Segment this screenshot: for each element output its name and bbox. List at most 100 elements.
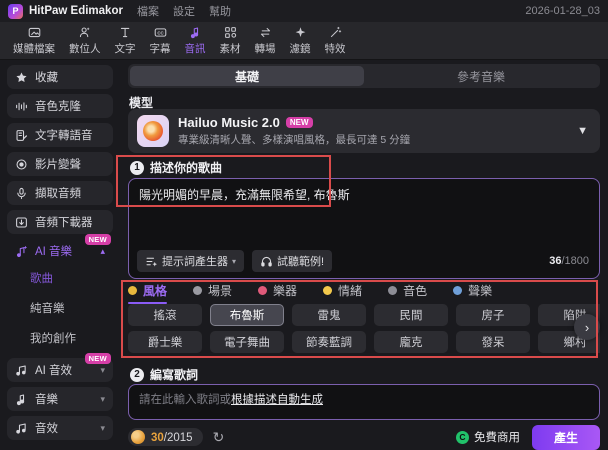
sample-listen-button[interactable]: 試聽範例!: [252, 250, 333, 272]
subtitle-icon: CC: [154, 25, 167, 40]
sidebar-item-ai-music[interactable]: AI 音樂 NEW ▴: [7, 234, 113, 263]
lyrics-section-header: 2 編寫歌詞: [130, 366, 198, 383]
footer-bar: 30/2015 ↻ C 免費商用 產生: [128, 424, 600, 450]
tag-punk[interactable]: 龐克: [374, 331, 448, 353]
music-note-icon: [15, 393, 35, 406]
copyright-free-icon: C: [455, 430, 469, 444]
lyrics-input[interactable]: 請在此輸入歌詞或根據描述自動生成: [128, 384, 600, 420]
tab-reference-music[interactable]: 參考音樂: [364, 66, 598, 86]
sidebar-item-favorites[interactable]: 收藏: [7, 65, 113, 89]
menu-file[interactable]: 檔案: [137, 3, 159, 19]
media-icon: [28, 25, 41, 40]
star-icon: [15, 71, 35, 84]
generate-button[interactable]: 產生: [531, 424, 600, 450]
sidebar-item-ai-sfx[interactable]: AI 音效 NEW ▾: [7, 353, 113, 382]
step-1-badge: 1: [130, 160, 144, 175]
tool-digital-human[interactable]: 數位人: [62, 23, 108, 59]
assets-icon: [224, 25, 237, 40]
tool-audio[interactable]: 音訊: [178, 23, 213, 59]
ai-sfx-icon: [15, 364, 35, 377]
mood-icon: [323, 286, 333, 295]
headset-icon: [260, 255, 277, 268]
tab-basic[interactable]: 基礎: [130, 66, 364, 86]
video-voice-icon: [15, 158, 35, 171]
text-icon: [119, 25, 132, 40]
tool-effects[interactable]: 特效: [318, 23, 353, 59]
credits-counter: 30/2015: [151, 432, 193, 444]
tag-rnb[interactable]: 節奏藍調: [292, 331, 366, 353]
char-counter: 36/1800: [549, 255, 589, 267]
describe-section-header: 1 描述你的歌曲: [130, 159, 222, 176]
tag-reggae[interactable]: 雷鬼: [292, 304, 366, 326]
describe-title: 描述你的歌曲: [150, 161, 223, 175]
sidebar-item-text-to-speech[interactable]: 文字轉語音: [7, 123, 113, 147]
menu-settings[interactable]: 設定: [173, 3, 195, 19]
chevron-down-icon: ▾: [100, 364, 105, 375]
tool-transition[interactable]: 轉場: [248, 23, 283, 59]
menu-help[interactable]: 幫助: [209, 3, 231, 19]
sidebar-item-sfx[interactable]: 音效 ▾: [7, 416, 113, 440]
tag-rock[interactable]: 搖滾: [128, 304, 202, 326]
sidebar-item-video-voice[interactable]: 影片變聲: [7, 152, 113, 176]
transition-icon: [259, 25, 272, 40]
category-timbre[interactable]: 音色: [388, 282, 427, 302]
song-description-text: 陽光明媚的早晨，充滿無限希望, 布魯斯: [139, 188, 350, 202]
model-description: 專業級清晰人聲、多樣演唱風格，最長可達 5 分鐘: [178, 134, 411, 146]
sidebar-item-audio-downloader[interactable]: 音頻下載器: [7, 210, 113, 234]
category-instrument[interactable]: 樂器: [258, 282, 297, 302]
main-panel: 基礎 參考音樂 模型 Hailuo Music 2.0 NEW 專業級清晰人聲、…: [120, 60, 608, 450]
chevron-up-icon: ▴: [100, 245, 105, 256]
new-badge: NEW: [285, 117, 313, 128]
ai-music-icon: [15, 245, 35, 258]
tag-house[interactable]: 房子: [456, 304, 530, 326]
tool-text[interactable]: 文字: [108, 23, 143, 59]
tags-next-button[interactable]: ›: [574, 314, 600, 340]
tool-subtitle[interactable]: CC 字幕: [143, 23, 178, 59]
free-commercial: C 免費商用: [455, 429, 520, 445]
sidebar-item-capture-audio[interactable]: 擷取音頻: [7, 181, 113, 205]
tag-jazz[interactable]: 爵士樂: [128, 331, 202, 353]
tool-filter[interactable]: 濾鏡: [283, 23, 318, 59]
model-name: Hailuo Music 2.0: [178, 115, 280, 130]
prompt-generator-button[interactable]: 提示詞產生器 ▾: [137, 250, 245, 272]
chevron-down-icon: ▼: [577, 125, 588, 137]
hailuo-model-icon: [137, 115, 169, 147]
text-to-speech-icon: [15, 129, 35, 142]
instrument-icon: [258, 286, 268, 295]
vocal-icon: [453, 286, 463, 295]
scene-icon: [193, 286, 203, 295]
microphone-icon: [15, 187, 35, 200]
sidebar-subitem-instrumental[interactable]: 純音樂: [0, 293, 120, 323]
tag-edm[interactable]: 電子舞曲: [210, 331, 284, 353]
category-vocal[interactable]: 聲樂: [453, 282, 492, 302]
chevron-down-icon: ▾: [232, 256, 237, 266]
timbre-icon: [388, 286, 398, 295]
main-toolbar: 媒體檔案 數位人 文字 CC 字幕 音訊 素材 轉場 濾鏡 特效: [0, 22, 608, 60]
coin-icon: [131, 430, 145, 444]
audio-icon: [189, 25, 202, 40]
tag-category-tabs: 風格 場景 樂器 情緒 音色 聲樂: [128, 282, 600, 304]
sidebar-item-voice-clone[interactable]: 音色克隆: [7, 94, 113, 118]
downloader-icon: [15, 216, 35, 229]
tag-daze[interactable]: 發呆: [456, 331, 530, 353]
tag-blues[interactable]: 布魯斯: [210, 304, 284, 326]
mode-tabbar: 基礎 參考音樂: [128, 64, 600, 88]
lyrics-placeholder: 請在此輸入歌詞或: [139, 394, 231, 406]
category-style[interactable]: 風格: [128, 282, 168, 304]
tag-folk[interactable]: 民間: [374, 304, 448, 326]
refresh-icon[interactable]: ↻: [213, 429, 225, 446]
tool-media[interactable]: 媒體檔案: [6, 23, 62, 59]
app-window: P HitPaw Edimakor 檔案 設定 幫助 2026-01-28_03…: [0, 0, 608, 450]
model-selector[interactable]: Hailuo Music 2.0 NEW 專業級清晰人聲、多樣演唱風格，最長可達…: [128, 109, 600, 153]
category-scene[interactable]: 場景: [193, 282, 232, 302]
category-mood[interactable]: 情緒: [323, 282, 362, 302]
sidebar-item-music[interactable]: 音樂 ▾: [7, 387, 113, 411]
lyrics-title: 編寫歌詞: [150, 368, 199, 382]
title-bar: P HitPaw Edimakor 檔案 設定 幫助 2026-01-28_03: [0, 0, 608, 22]
tool-assets[interactable]: 素材: [213, 23, 248, 59]
sidebar-subitem-my-creations[interactable]: 我的創作: [0, 323, 120, 353]
song-description-textarea[interactable]: 陽光明媚的早晨，充滿無限希望, 布魯斯 提示詞產生器 ▾ 試聽範例! 36/18…: [128, 178, 600, 279]
sidebar-subitem-song[interactable]: 歌曲: [0, 263, 120, 293]
app-logo-icon: P: [8, 3, 23, 19]
auto-generate-link[interactable]: 根據描述自動生成: [231, 394, 323, 406]
